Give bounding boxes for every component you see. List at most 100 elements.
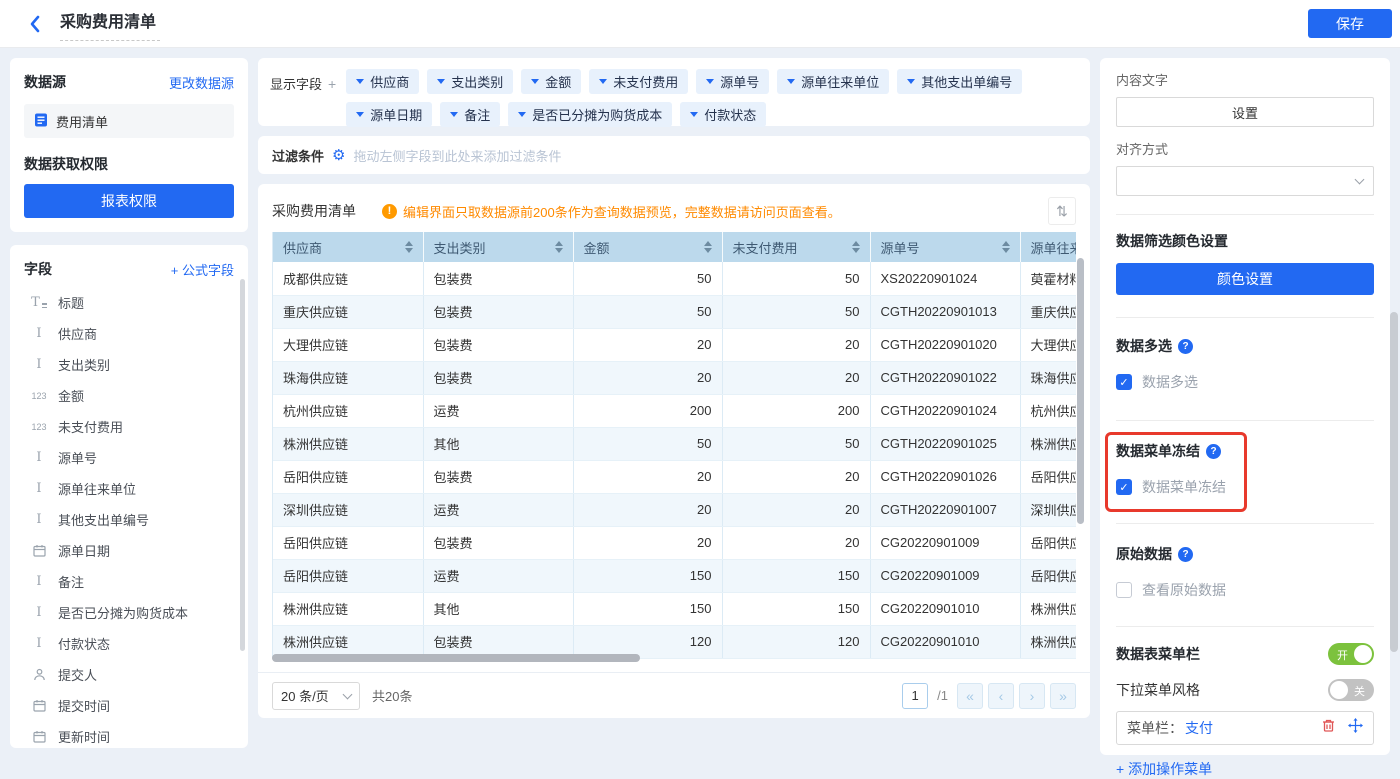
table-cell: 深圳供应链	[273, 493, 424, 527]
field-item[interactable]: I 其他支出单编号	[24, 504, 234, 535]
align-select[interactable]	[1116, 166, 1374, 196]
table-row[interactable]: 重庆供应链包装费5050CGTH20220901013重庆供应链	[273, 295, 1076, 329]
menu-freeze-checkbox-label: 数据菜单冻结	[1142, 479, 1226, 495]
table-cell: 20	[722, 526, 871, 560]
window-scrollbar[interactable]	[1390, 312, 1398, 652]
report-permission-button[interactable]: 报表权限	[24, 184, 234, 218]
table-row[interactable]: 珠海供应链包装费2020CGTH20220901022珠海供应链	[273, 361, 1076, 395]
display-field-chip[interactable]: 未支付费用	[589, 69, 689, 94]
field-item[interactable]: 更新时间	[24, 721, 234, 748]
display-field-chip[interactable]: 源单日期	[346, 102, 433, 127]
field-item-label: 源单往来单位	[58, 482, 137, 497]
table-cell: XS20220901024	[870, 262, 1021, 296]
sort-arrows-icon[interactable]	[404, 241, 413, 253]
table-row[interactable]: 岳阳供应链包装费2020CG20220901009岳阳供应链	[273, 526, 1076, 560]
multi-select-title: 数据多选 ?	[1116, 336, 1374, 356]
color-settings-button[interactable]: 颜色设置	[1116, 263, 1374, 295]
field-item[interactable]: 123 金额	[24, 380, 234, 411]
table-menu-bar-toggle[interactable]: 开	[1328, 643, 1374, 665]
add-operation-menu-link[interactable]: + 添加操作菜单	[1116, 759, 1374, 779]
display-field-chip[interactable]: 源单往来单位	[777, 69, 890, 94]
data-table: 供应商支出类别金额未支付费用源单号源单往来单位 成都供应链包装费5050XS20…	[273, 232, 1076, 659]
multi-select-checkbox[interactable]: ✓	[1116, 374, 1132, 390]
field-item-label: 提交时间	[58, 699, 111, 714]
page-title[interactable]: 采购费用清单	[60, 6, 161, 41]
help-icon[interactable]: ?	[1178, 338, 1193, 354]
menu-bar-item[interactable]: 菜单栏： 支付	[1116, 711, 1374, 745]
fields-scrollbar[interactable]	[240, 279, 245, 651]
field-item-label: 标题	[58, 296, 85, 311]
first-page-button[interactable]: «	[957, 682, 983, 709]
menu-bar-value[interactable]: 支付	[1185, 718, 1213, 738]
table-row[interactable]: 岳阳供应链包装费2020CGTH20220901026岳阳供应链	[273, 460, 1076, 494]
table-vertical-scrollbar[interactable]	[1077, 258, 1084, 524]
current-page-input[interactable]: 1	[902, 682, 929, 709]
raw-data-checkbox[interactable]	[1116, 582, 1132, 598]
table-cell: 珠海供应链	[1020, 361, 1076, 395]
field-item[interactable]: I 备注	[24, 566, 234, 597]
dropdown-style-toggle[interactable]: 关	[1328, 679, 1374, 701]
field-item[interactable]: I 供应商	[24, 318, 234, 349]
fields-panel: 字段 + 公式字段 T 标题 I 供应商 I 支出类别 123 金额 123 未支付费用 I 源单号 I…	[10, 245, 248, 748]
sort-arrows-icon[interactable]	[703, 241, 712, 253]
table-cell: 株洲供应链	[273, 427, 424, 461]
help-icon[interactable]: ?	[1178, 546, 1193, 562]
page-size-select[interactable]: 20 条/页	[272, 681, 360, 710]
table-horizontal-scrollbar[interactable]	[272, 654, 640, 662]
field-item[interactable]: 提交时间	[24, 690, 234, 721]
display-field-chip[interactable]: 付款状态	[680, 102, 767, 127]
menu-freeze-checkbox[interactable]: ✓	[1116, 479, 1132, 495]
filter-settings-gear-icon[interactable]: ⚙	[332, 148, 345, 163]
save-button[interactable]: 保存	[1308, 9, 1392, 38]
sort-button[interactable]: ⇅	[1048, 197, 1076, 225]
field-item[interactable]: 源单日期	[24, 535, 234, 566]
field-item[interactable]: 提交人	[24, 659, 234, 690]
align-label: 对齐方式	[1116, 142, 1169, 157]
display-field-chip[interactable]: 其他支出单编号	[897, 69, 1023, 94]
back-icon[interactable]	[28, 14, 46, 34]
display-field-chip[interactable]: 是否已分摊为购货成本	[508, 102, 673, 127]
table-row[interactable]: 株洲供应链其他5050CGTH20220901025株洲供应链	[273, 427, 1076, 461]
last-page-button[interactable]: »	[1050, 682, 1076, 709]
display-field-chip[interactable]: 金额	[521, 69, 582, 94]
field-item[interactable]: 123 未支付费用	[24, 411, 234, 442]
display-field-chip[interactable]: 支出类别	[427, 69, 514, 94]
delete-icon[interactable]	[1321, 718, 1336, 738]
add-display-field-button[interactable]: +	[328, 76, 336, 92]
display-field-chip[interactable]: 供应商	[346, 69, 420, 94]
prev-page-button[interactable]: ‹	[988, 682, 1014, 709]
next-page-button[interactable]: ›	[1019, 682, 1045, 709]
field-item[interactable]: I 支出类别	[24, 349, 234, 380]
filter-dropzone-placeholder[interactable]: 拖动左侧字段到此处来添加过滤条件	[353, 146, 561, 165]
add-formula-field-link[interactable]: + 公式字段	[171, 260, 234, 279]
sort-arrows-icon[interactable]	[1001, 241, 1010, 253]
sort-arrows-icon[interactable]	[851, 241, 860, 253]
table-row[interactable]: 株洲供应链其他150150CG20220901010株洲供应链	[273, 592, 1076, 626]
field-item[interactable]: I 源单号	[24, 442, 234, 473]
table-cell: 大理供应链	[273, 328, 424, 362]
sort-arrows-icon[interactable]	[554, 241, 563, 253]
change-datasource-link[interactable]: 更改数据源	[169, 73, 234, 92]
chevron-down-icon	[690, 112, 699, 117]
table-row[interactable]: 大理供应链包装费2020CGTH20220901020大理供应链	[273, 328, 1076, 362]
fields-title: 字段	[24, 261, 52, 277]
table-row[interactable]: 成都供应链包装费5050XS20220901024萸霍材料	[273, 262, 1076, 296]
move-icon[interactable]	[1348, 718, 1363, 738]
current-datasource[interactable]: 费用清单	[24, 104, 234, 138]
display-field-chip[interactable]: 源单号	[696, 69, 770, 94]
field-item[interactable]: I 付款状态	[24, 628, 234, 659]
chip-label: 支出类别	[451, 75, 504, 90]
table-cell: 株洲供应链	[1020, 427, 1076, 461]
table-row[interactable]: 深圳供应链运费2020CGTH20220901007深圳供应链	[273, 493, 1076, 527]
field-item[interactable]: I 是否已分摊为购货成本	[24, 597, 234, 628]
content-text-settings-button[interactable]: 设置	[1116, 97, 1374, 127]
table-cell: 株洲供应链	[273, 592, 424, 626]
top-bar: 采购费用清单 保存	[0, 0, 1400, 48]
table-row[interactable]: 岳阳供应链运费150150CG20220901009岳阳供应链	[273, 559, 1076, 593]
table-row[interactable]: 杭州供应链运费200200CGTH20220901024杭州供应链	[273, 394, 1076, 428]
table-cell: 20	[722, 328, 871, 362]
field-item[interactable]: T 标题	[24, 287, 234, 318]
display-field-chip[interactable]: 备注	[440, 102, 501, 127]
field-item[interactable]: I 源单往来单位	[24, 473, 234, 504]
help-icon[interactable]: ?	[1206, 443, 1221, 459]
